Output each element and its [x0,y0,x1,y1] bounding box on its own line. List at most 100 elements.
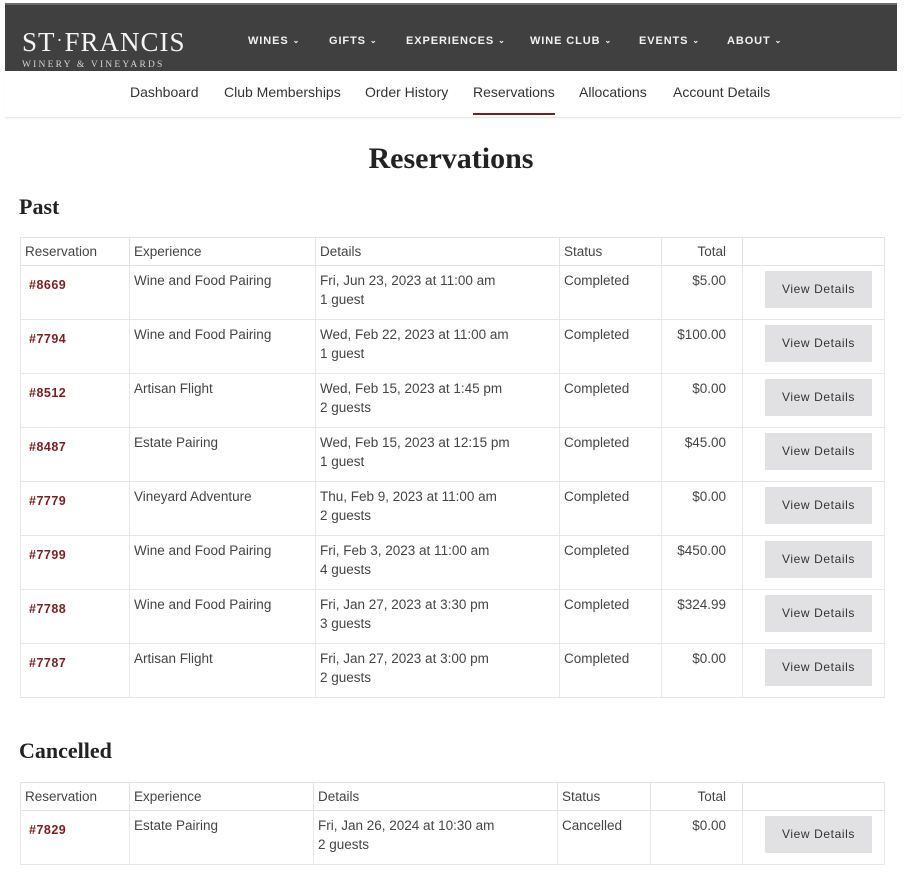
table-header-row: Reservation Experience Details Status To… [20,237,885,266]
view-details-button[interactable]: View Details [765,541,872,578]
menu-about[interactable]: ABOUT ⌄ [727,35,782,49]
total-cell: $0.00 [650,810,743,865]
column-header-status: Status [559,237,662,266]
status-cell: Completed [559,427,662,482]
cancelled-section-title: Cancelled [19,738,112,763]
total-cell: $0.00 [661,373,743,428]
status-cell: Completed [559,265,662,320]
subnav-allocations[interactable]: Allocations [579,84,647,113]
subnav-reservations[interactable]: Reservations [473,84,555,115]
guest-count: 3 guests [320,616,372,631]
view-details-button[interactable]: View Details [765,595,872,632]
guest-count: 1 guest [320,454,365,469]
guest-count: 4 guests [320,562,372,577]
details-cell: Fri, Feb 3, 2023 at 11:00 am 4 guests [315,535,560,590]
menu-gifts[interactable]: GIFTS ⌄ [329,35,378,49]
reservation-number-link[interactable]: #8512 [29,386,66,400]
reservation-date: Fri, Jan 27, 2023 at 3:30 pm [320,597,489,612]
menu-experiences[interactable]: EXPERIENCES ⌄ [406,35,506,49]
view-details-button[interactable]: View Details [765,649,872,686]
reservation-number-link[interactable]: #7787 [29,656,66,670]
column-header-total: Total [650,782,743,811]
guest-count: 1 guest [320,292,365,307]
experience-cell: Artisan Flight [129,373,316,428]
status-cell: Completed [559,373,662,428]
page-title: Reservations [368,142,534,175]
table-row: #7787 Artisan Flight Fri, Jan 27, 2023 a… [20,643,885,698]
total-cell: $450.00 [661,535,743,590]
reservation-date: Wed, Feb 22, 2023 at 11:00 am [320,327,509,342]
reservation-number-link[interactable]: #7788 [29,602,66,616]
table-row: #8487 Estate Pairing Wed, Feb 15, 2023 a… [20,427,885,482]
view-details-button[interactable]: View Details [765,379,872,416]
guest-count: 2 guests [318,837,370,852]
details-cell: Fri, Jan 26, 2024 at 10:30 am 2 guests [313,810,558,865]
past-reservations-table: Reservation Experience Details Status To… [20,237,885,698]
chevron-down-icon: ⌄ [774,36,783,45]
subnav-dashboard[interactable]: Dashboard [130,84,199,113]
experience-cell: Estate Pairing [129,810,314,865]
column-header-experience: Experience [129,237,316,266]
table-row: #7829 Estate Pairing Fri, Jan 26, 2024 a… [20,810,885,865]
cancelled-reservations-table: Reservation Experience Details Status To… [20,782,885,865]
experience-cell: Wine and Food Pairing [129,589,316,644]
menu-wine-club[interactable]: WINE CLUB ⌄ [530,35,612,49]
experience-cell: Wine and Food Pairing [129,535,316,590]
status-cell: Cancelled [557,810,651,865]
chevron-down-icon: ⌄ [498,36,506,45]
total-cell: $324.99 [661,589,743,644]
table-row: #7799 Wine and Food Pairing Fri, Feb 3, … [20,535,885,590]
table-row: #7788 Wine and Food Pairing Fri, Jan 27,… [20,589,885,644]
total-cell: $0.00 [661,481,743,536]
table-header-row: Reservation Experience Details Status To… [20,782,885,811]
subnav-club-memberships[interactable]: Club Memberships [224,84,341,113]
reservation-number-link[interactable]: #7779 [29,494,66,508]
reservation-number-link[interactable]: #7794 [29,332,66,346]
table-row: #8669 Wine and Food Pairing Fri, Jun 23,… [20,265,885,320]
view-details-button[interactable]: View Details [765,487,872,524]
view-details-button[interactable]: View Details [765,433,872,470]
menu-wines[interactable]: WINES ⌄ [248,35,300,49]
reservation-number-link[interactable]: #7829 [29,823,66,837]
view-details-button[interactable]: View Details [765,816,872,853]
reservation-number-link[interactable]: #8487 [29,440,66,454]
details-cell: Fri, Jan 27, 2023 at 3:00 pm 2 guests [315,643,560,698]
details-cell: Thu, Feb 9, 2023 at 11:00 am 2 guests [315,481,560,536]
details-cell: Wed, Feb 15, 2023 at 12:15 pm 1 guest [315,427,560,482]
status-cell: Completed [559,481,662,536]
subnav-account-details[interactable]: Account Details [673,84,770,113]
details-cell: Fri, Jan 27, 2023 at 3:30 pm 3 guests [315,589,560,644]
chevron-down-icon: ⌄ [369,36,378,45]
view-details-button[interactable]: View Details [765,325,872,362]
reservation-date: Fri, Jan 27, 2023 at 3:00 pm [320,651,489,666]
view-details-button[interactable]: View Details [765,271,872,308]
status-cell: Completed [559,589,662,644]
column-header-actions [742,237,885,266]
status-cell: Completed [559,643,662,698]
total-cell: $5.00 [661,265,743,320]
account-subnav: Dashboard Club Memberships Order History… [5,71,901,118]
menu-events[interactable]: EVENTS ⌄ [639,35,700,49]
experience-cell: Wine and Food Pairing [129,265,316,320]
column-header-total: Total [661,237,743,266]
total-cell: $45.00 [661,427,743,482]
status-cell: Completed [559,319,662,374]
brand-logo[interactable]: ST·FRANCIS WINERY & VINEYARDS [22,29,186,71]
table-row: #7794 Wine and Food Pairing Wed, Feb 22,… [20,319,885,374]
reservation-date: Wed, Feb 15, 2023 at 12:15 pm [320,435,510,450]
past-section-title: Past [19,194,60,219]
column-header-details: Details [313,782,558,811]
reservation-date: Fri, Jun 23, 2023 at 11:00 am [320,273,496,288]
total-cell: $100.00 [661,319,743,374]
subnav-order-history[interactable]: Order History [365,84,448,113]
reservation-number-link[interactable]: #7799 [29,548,66,562]
reservation-number-link[interactable]: #8669 [29,278,66,292]
details-cell: Fri, Jun 23, 2023 at 11:00 am 1 guest [315,265,560,320]
column-header-status: Status [557,782,651,811]
experience-cell: Estate Pairing [129,427,316,482]
guest-count: 2 guests [320,670,372,685]
chevron-down-icon: ⌄ [692,36,701,45]
experience-cell: Wine and Food Pairing [129,319,316,374]
column-header-reservation: Reservation [20,237,130,266]
details-cell: Wed, Feb 22, 2023 at 11:00 am 1 guest [315,319,560,374]
